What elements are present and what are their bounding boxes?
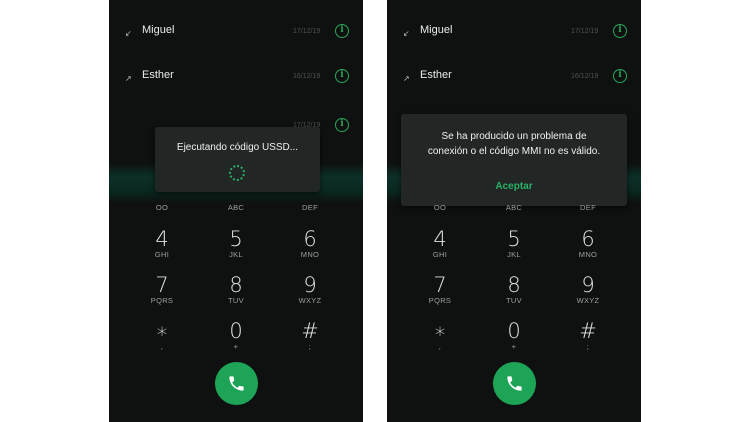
outgoing-call-icon: ↗ [125,74,132,83]
key-letters: JKL [507,250,521,259]
key-digit: 6 [303,227,317,251]
key-digit: 9 [303,273,317,297]
key-star[interactable]: ∗ , [132,320,192,351]
key-star[interactable]: ∗ , [410,320,470,351]
recent-call-row[interactable]: ↗ Esther 16/12/19 i [387,69,641,89]
contact-name: Esther [142,69,174,81]
incoming-call-icon: ↙ [125,29,132,38]
outgoing-call-icon: ↗ [403,74,410,83]
call-button[interactable] [493,362,536,405]
key-8[interactable]: 8 TUV [484,274,544,305]
key-letters: + [511,342,517,351]
right-phone-screen: ↙ Miguel 17/12/19 i ↗ Esther 16/12/19 i … [387,0,641,422]
key-hash[interactable]: # ; [280,320,340,351]
call-date: 17/12/19 [571,28,599,35]
call-date: 17/12/19 [293,28,321,35]
key-6[interactable]: 6 MNO [280,228,340,259]
key-letters: PQRS [428,296,452,305]
key-digit: 7 [433,273,447,297]
dialog-message: Se ha producido un problema de conexión … [401,129,627,159]
key-digit: 4 [155,227,169,251]
key-letters: MNO [578,250,598,259]
key-digit: 5 [229,227,243,251]
key-5[interactable]: 5 JKL [206,228,266,259]
info-icon[interactable]: i [335,118,349,132]
incoming-call-icon: ↙ [403,29,410,38]
info-icon[interactable]: i [613,24,627,38]
key-letters: + [233,342,239,351]
left-phone-screen: ↙ Miguel 17/12/19 i ↗ Esther 16/12/19 i … [109,0,363,422]
key-9[interactable]: 9 WXYZ [280,274,340,305]
dialog-message-line1: Se ha producido un problema de [441,131,587,142]
key-letters: WXYZ [576,296,600,305]
info-icon[interactable]: i [335,24,349,38]
loading-spinner-icon [229,165,245,181]
recent-call-row[interactable]: ↙ Miguel 17/12/19 i [387,24,641,44]
key-0[interactable]: 0 + [206,320,266,351]
call-date: 16/12/19 [571,73,599,80]
contact-name: Esther [420,69,452,81]
key-9[interactable]: 9 WXYZ [558,274,618,305]
key-8[interactable]: 8 TUV [206,274,266,305]
key-letters: DEF [302,203,318,212]
info-icon[interactable]: i [613,69,627,83]
phone-icon [507,376,522,391]
key-digit: 8 [507,273,521,297]
key-letters: DEF [580,203,596,212]
key-letters: ABC [227,203,245,212]
recent-call-row[interactable]: ↙ Miguel 17/12/19 i [109,24,363,44]
mmi-error-dialog: Se ha producido un problema de conexión … [401,114,627,206]
key-letters: GHI [154,250,170,259]
key-digit: ∗ [433,319,447,343]
key-letters: TUV [228,296,244,305]
contact-name: Miguel [420,24,453,36]
key-5[interactable]: 5 JKL [484,228,544,259]
key-digit: 6 [581,227,595,251]
dialog-message-line2: conexión o el código MMI no es válido. [427,146,601,157]
key-digit: 0 [229,319,243,343]
key-letters: ; [586,342,590,351]
key-digit: 5 [507,227,521,251]
key-4[interactable]: 4 GHI [410,228,470,259]
key-0[interactable]: 0 + [484,320,544,351]
call-date: 16/12/19 [293,73,321,80]
phone-icon [229,376,244,391]
key-6[interactable]: 6 MNO [558,228,618,259]
info-icon[interactable]: i [335,69,349,83]
key-digit: 0 [507,319,521,343]
key-hash[interactable]: # ; [558,320,618,351]
key-letters: JKL [229,250,243,259]
recent-call-row[interactable]: ↗ Esther 16/12/19 i [109,69,363,89]
key-letters: OO [433,203,447,212]
key-letters: , [438,342,442,351]
key-digit: 9 [581,273,595,297]
key-digit: ∗ [155,319,169,343]
key-7[interactable]: 7 PQRS [132,274,192,305]
key-letters: GHI [432,250,448,259]
key-letters: TUV [506,296,522,305]
key-letters: MNO [300,250,320,259]
key-letters: OO [155,203,169,212]
key-digit: # [579,319,597,343]
key-digit: 7 [155,273,169,297]
key-digit: 8 [229,273,243,297]
key-letters: ; [308,342,312,351]
key-digit: 4 [433,227,447,251]
call-button[interactable] [215,362,258,405]
key-letters: PQRS [150,296,174,305]
key-digit: # [301,319,319,343]
key-letters: , [160,342,164,351]
ussd-progress-dialog: Ejecutando código USSD... [155,127,320,192]
key-7[interactable]: 7 PQRS [410,274,470,305]
dialog-title: Ejecutando código USSD... [176,142,299,153]
key-4[interactable]: 4 GHI [132,228,192,259]
contact-name: Miguel [142,24,175,36]
key-letters: ABC [505,203,523,212]
key-letters: WXYZ [298,296,322,305]
accept-button[interactable]: Aceptar [401,181,627,192]
